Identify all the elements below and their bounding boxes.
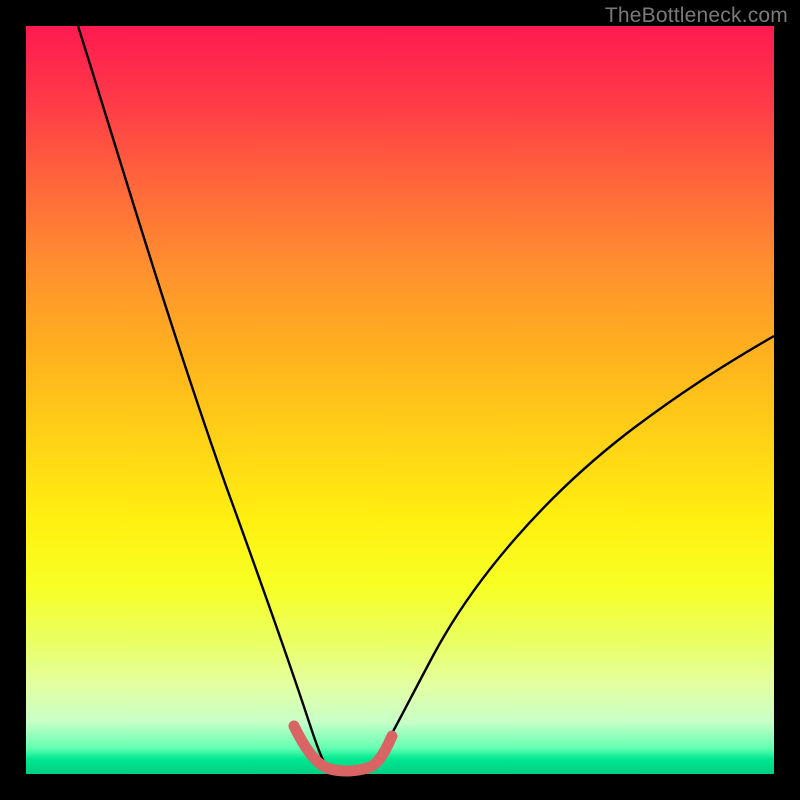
plot-area — [26, 26, 774, 774]
outer-frame: TheBottleneck.com — [0, 0, 800, 800]
watermark-text: TheBottleneck.com — [605, 4, 788, 28]
curve-layer — [26, 26, 774, 774]
valley-highlight — [294, 726, 392, 771]
bottleneck-curve-right — [376, 336, 774, 759]
bottleneck-curve-left — [78, 26, 326, 766]
